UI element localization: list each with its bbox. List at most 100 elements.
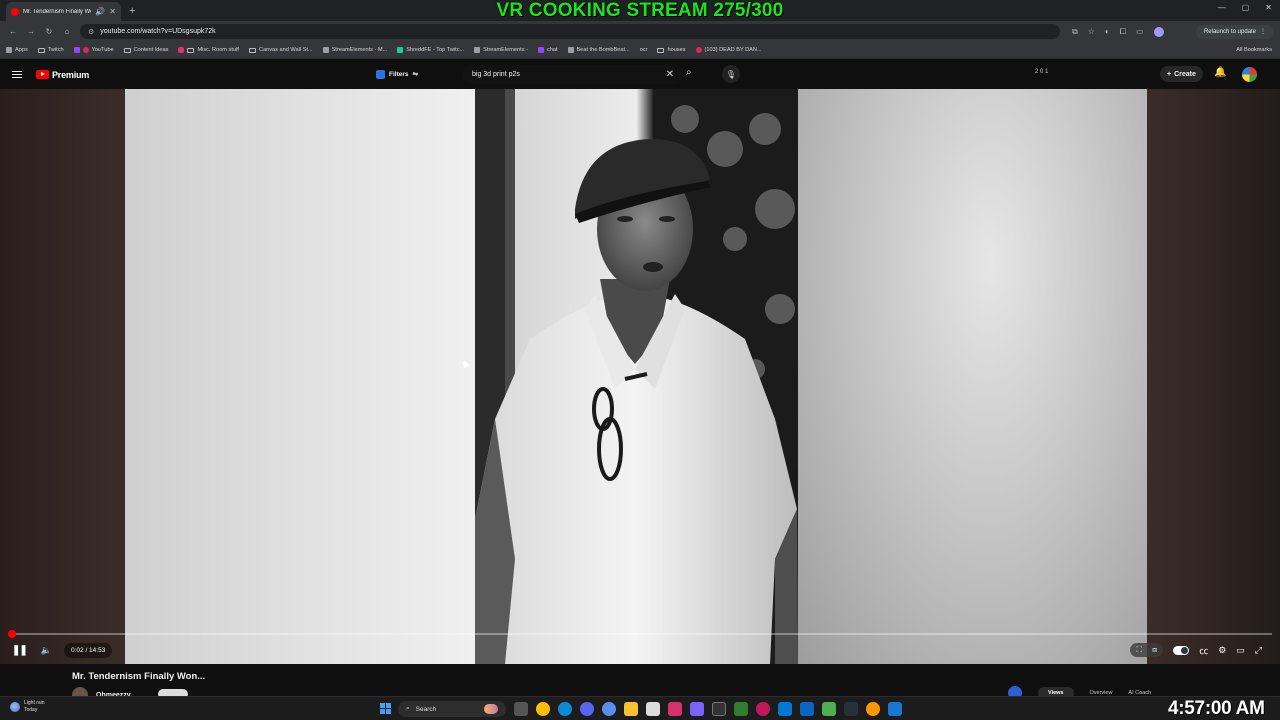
bookmark-folder-misc-room[interactable]: Misc. Room stuff (178, 47, 239, 53)
bookmark-folder-twitch[interactable]: Twitch (37, 47, 64, 53)
youtube-favicon-icon (11, 7, 19, 16)
close-tab-icon[interactable]: ✕ (109, 7, 116, 16)
new-tab-button[interactable]: + (129, 5, 135, 17)
notifications-bell-icon[interactable]: 🔔 (1214, 67, 1226, 78)
recorder-icon[interactable] (756, 702, 770, 716)
bookmark-folder-canvas[interactable]: Canvas and Wall St... (249, 47, 313, 53)
steam-vr-icon[interactable] (844, 702, 858, 716)
pause-icon[interactable]: ❚❚ (12, 645, 28, 656)
scrubber-handle[interactable] (8, 630, 16, 638)
clock-overlay: 4:57:00 AM (1168, 698, 1265, 719)
player-controls: ❚❚ 🔈 0:02 / 14:53 ⛶ ⧈ ㏄ ⚙ ▭ ⤢ (0, 639, 1280, 661)
theater-mode-icon[interactable]: ▭ (1236, 645, 1245, 656)
chrome-icon[interactable] (536, 702, 550, 716)
microphone-icon[interactable]: 🎙 (722, 65, 740, 83)
relaunch-button[interactable]: Relaunch to update ⋮ (1195, 24, 1274, 39)
toolbar-actions: ⧉ ☆ ◐ ⧠ ▭ (1072, 26, 1164, 37)
header-extension-counters[interactable]: 2 0 1 (1035, 69, 1048, 75)
profile-avatar-icon[interactable] (1153, 26, 1164, 37)
bookmark-streamelements-m[interactable]: StreamElements - M... (322, 47, 387, 53)
tt-icon (397, 47, 404, 53)
site-info-icon[interactable]: ⚙ (88, 28, 94, 36)
video-blurred-background-left (125, 89, 475, 664)
windows-taskbar: Light rain Today ⌕ Search 4:57:00 AM (0, 696, 1280, 720)
store-icon[interactable] (646, 702, 660, 716)
weather-widget[interactable]: Light rain Today (10, 700, 45, 714)
install-icon[interactable]: ⧉ (1072, 27, 1078, 37)
maximize-icon[interactable]: ▢ (1242, 3, 1250, 12)
discord-icon[interactable] (580, 702, 594, 716)
forward-icon[interactable]: → (22, 27, 40, 36)
filters-button[interactable]: Filters ⇋ (376, 67, 418, 81)
photos-icon[interactable] (778, 702, 792, 716)
time-display: 0:02 / 14:53 (63, 642, 113, 658)
bookmark-folder-content-ideas[interactable]: Content Ideas (123, 47, 169, 53)
windows-start-icon[interactable] (380, 703, 391, 714)
autoplay-toggle[interactable] (1173, 645, 1190, 655)
bookmark-shreddfe[interactable]: ShreddFE - Top Twitc... (397, 47, 464, 53)
clear-search-icon[interactable]: ✕ (666, 69, 674, 80)
puzzle-extensions-icon[interactable]: ⧠ (1120, 27, 1126, 37)
bookmark-label: Content Ideas (133, 47, 169, 53)
youtube-logo[interactable]: Premium (36, 70, 89, 80)
bookmark-ocr[interactable]: ocr (640, 47, 648, 53)
speaker-icon: 🔊 (95, 7, 106, 16)
grid-app-icon[interactable] (690, 702, 704, 716)
screenshot-icon[interactable]: ⛶ (1136, 645, 1142, 655)
tab-title: Mr. Tendernism Finally Wo (23, 8, 92, 15)
close-window-icon[interactable]: ✕ (1265, 3, 1272, 12)
bookmark-folder-houses[interactable]: houses (657, 47, 686, 53)
home-icon[interactable]: ⌂ (58, 27, 76, 36)
file-explorer-icon[interactable] (624, 702, 638, 716)
pet-app-icon[interactable] (866, 702, 880, 716)
screen: Mr. Tendernism Finally Wo 🔊 ✕ + — ▢ ✕ ← … (0, 0, 1280, 720)
copilot-icon[interactable] (602, 702, 616, 716)
bookmark-chat[interactable]: chat (537, 47, 558, 53)
captions-icon[interactable]: ㏄ (1199, 644, 1208, 657)
fullscreen-icon[interactable]: ⤢ (1255, 645, 1262, 656)
terminal-icon[interactable] (712, 702, 726, 716)
reload-icon[interactable]: ↻ (40, 27, 58, 36)
taskbar-search[interactable]: ⌕ Search (398, 701, 506, 717)
twitch-icon (73, 47, 80, 53)
hq-icon[interactable]: ⧈ (1152, 645, 1157, 655)
app-a-icon[interactable] (668, 702, 682, 716)
bookmark-beat-the-bomb[interactable]: Beat the BombBeat... (567, 47, 630, 53)
bookmark-star-icon[interactable]: ☆ (1088, 27, 1095, 36)
search-icon[interactable]: ⌕ (686, 67, 692, 78)
bookmark-youtube[interactable]: YouTube (73, 47, 114, 53)
address-bar[interactable]: ⚙ youtube.com/watch?v=UDsgsupk72k (80, 24, 1060, 39)
search-input[interactable]: big 3d print p2s ✕ (462, 65, 684, 84)
settings-gear-icon[interactable]: ⚙ (1218, 645, 1226, 656)
edge-icon[interactable] (558, 702, 572, 716)
create-button[interactable]: + Create (1160, 66, 1203, 82)
vscode-icon[interactable] (800, 702, 814, 716)
relaunch-label: Relaunch to update (1203, 28, 1256, 35)
player-right-controls: ⛶ ⧈ ㏄ ⚙ ▭ ⤢ (1130, 643, 1262, 657)
folder-icon (657, 47, 665, 53)
all-bookmarks-button[interactable]: All Bookmarks (1236, 47, 1272, 53)
video-player[interactable]: ❚❚ 🔈 0:02 / 14:53 ⛶ ⧈ ㏄ ⚙ ▭ ⤢ (0, 89, 1280, 664)
account-avatar[interactable] (1242, 67, 1257, 82)
sidepanel-icon[interactable]: ▭ (1136, 27, 1144, 36)
back-icon[interactable]: ← (4, 27, 22, 36)
plus-icon: + (1167, 70, 1172, 78)
minimize-icon[interactable]: — (1218, 3, 1226, 12)
excel-icon[interactable] (734, 702, 748, 716)
progress-bar[interactable] (8, 630, 1272, 638)
folder-icon (37, 47, 45, 53)
bookmark-label: Canvas and Wall St... (259, 47, 313, 53)
menu-icon[interactable] (12, 70, 22, 79)
video-frame[interactable] (475, 89, 798, 664)
task-view-icon[interactable] (514, 702, 528, 716)
search-highlight-icon (484, 704, 498, 714)
volume-icon[interactable]: 🔈 (41, 645, 52, 656)
taskbar-pinned-apps (514, 702, 902, 716)
browser-tab-active[interactable]: Mr. Tendernism Finally Wo 🔊 ✕ (6, 2, 121, 21)
bookmark-streamelements[interactable]: StreamElements - (474, 47, 528, 53)
app-green-icon[interactable] (822, 702, 836, 716)
extension-icon[interactable]: ◐ (1105, 27, 1110, 36)
bookmark-dead-by-daylight[interactable]: (103) DEAD BY DAN... (695, 47, 762, 53)
bookmark-apps[interactable]: Apps (6, 47, 28, 53)
obs-icon[interactable] (888, 702, 902, 716)
